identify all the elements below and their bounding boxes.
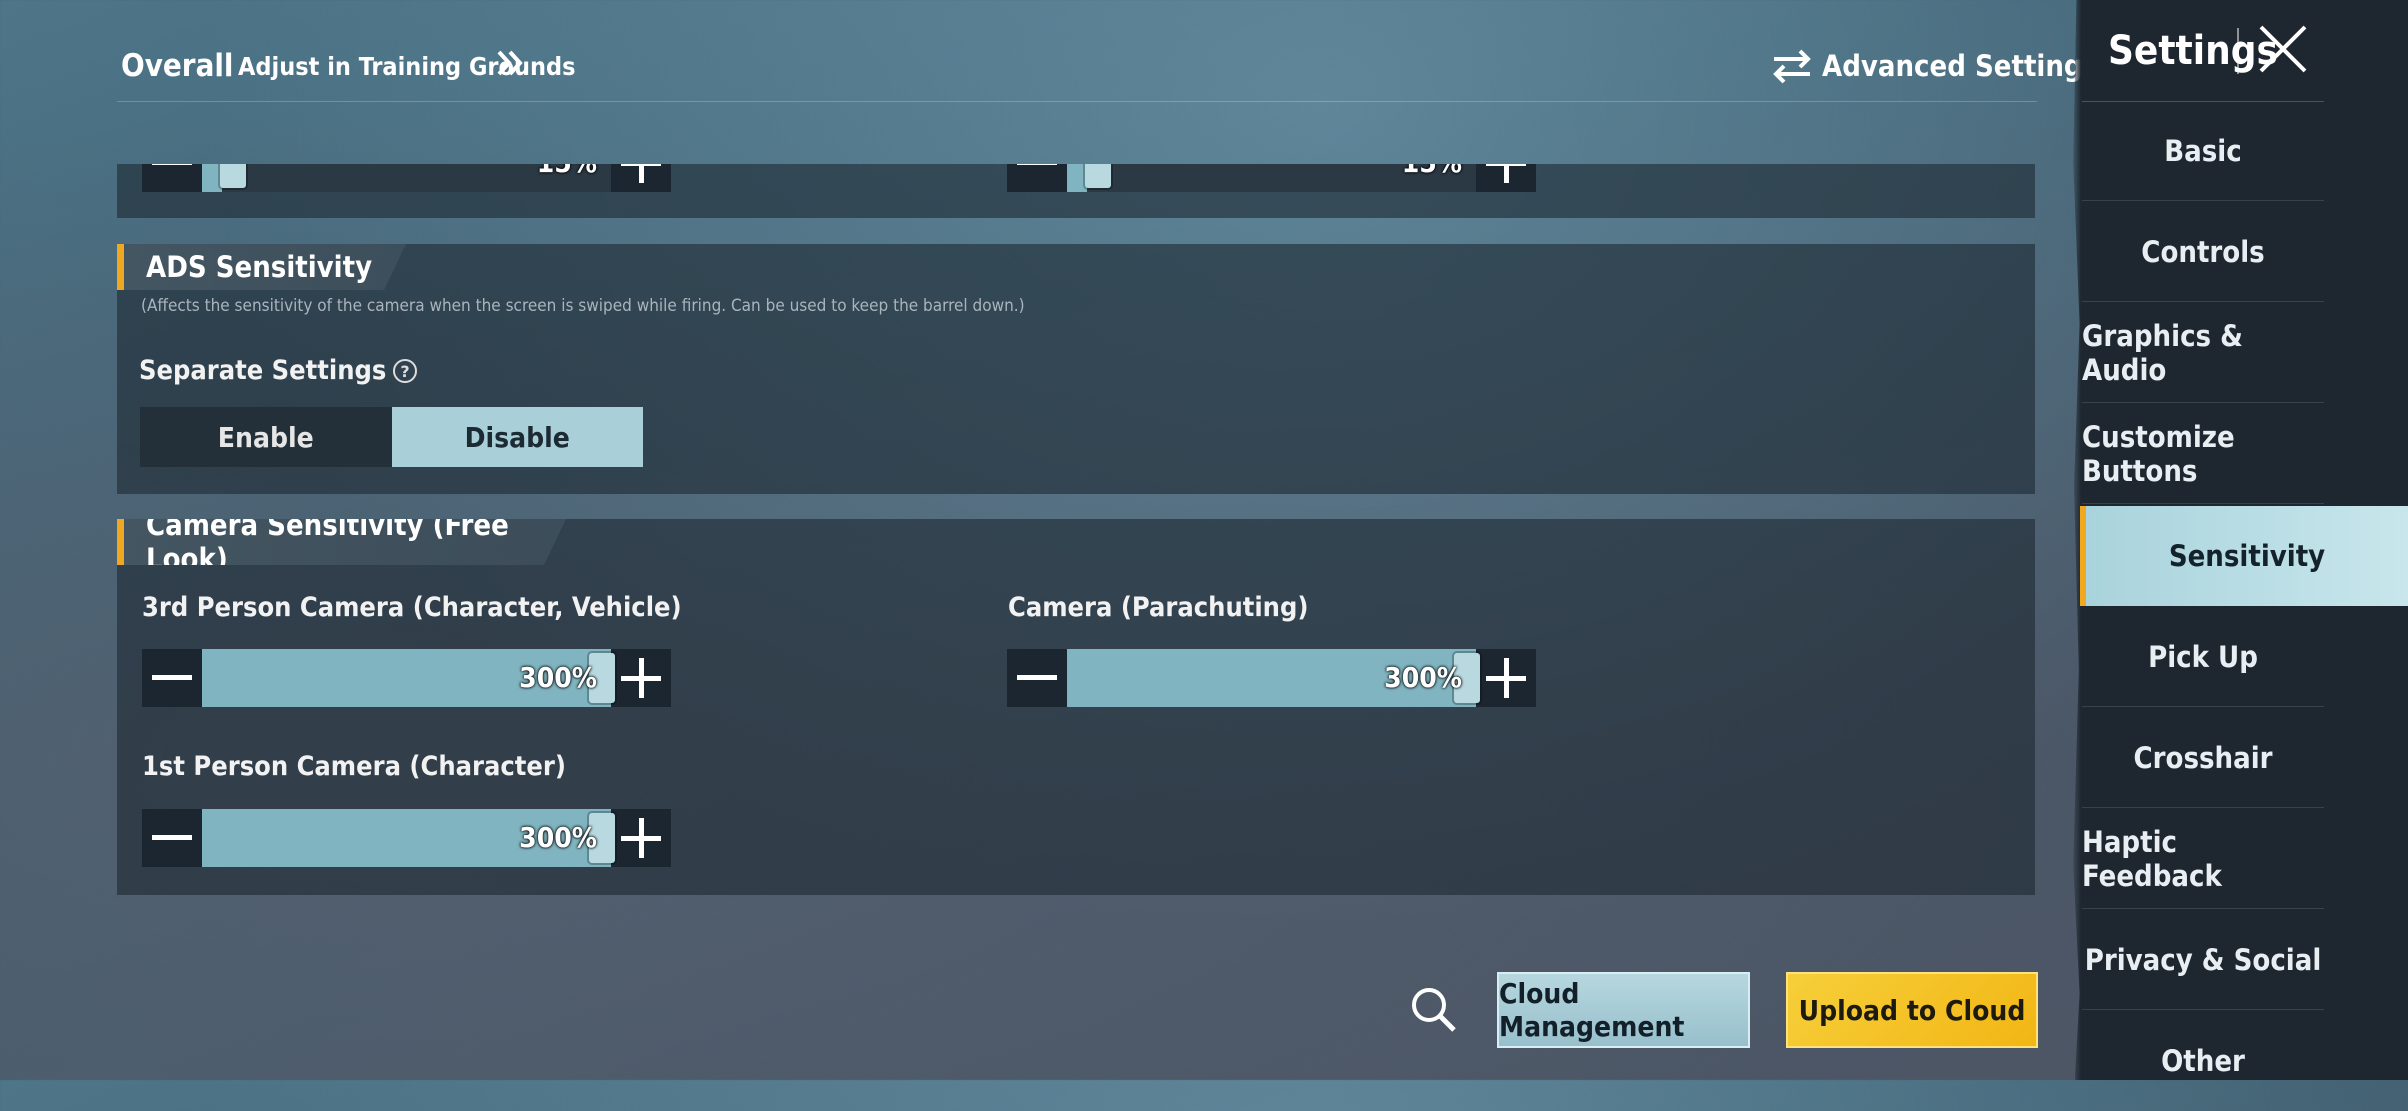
upload-to-cloud-button[interactable]: Upload to Cloud [1786, 972, 2038, 1048]
settings-title: Settings [2108, 28, 2278, 74]
decrease-button[interactable] [142, 164, 202, 192]
slider-value: 300% [519, 661, 597, 694]
increase-button[interactable] [1476, 649, 1536, 707]
decrease-button[interactable] [142, 649, 202, 707]
ads-note: (Affects the sensitivity of the camera w… [141, 296, 1025, 316]
help-icon[interactable]: ? [392, 358, 418, 384]
sidebar-item-sensitivity[interactable]: Sensitivity [2080, 506, 2408, 606]
close-icon[interactable] [2256, 22, 2310, 76]
third-person-label: 3rd Person Camera (Character, Vehicle) [142, 592, 682, 623]
parachuting-label: Camera (Parachuting) [1008, 592, 1309, 623]
sidebar-item-privacy-social[interactable]: Privacy & Social [2082, 910, 2324, 1010]
separate-settings-text: Separate Settings [139, 355, 387, 386]
sidebar-item-customize-buttons[interactable]: Customize Buttons [2082, 404, 2324, 504]
sidebar-item-controls[interactable]: Controls [2082, 202, 2324, 302]
increase-button[interactable] [611, 809, 671, 867]
cloud-management-button[interactable]: Cloud Management [1497, 972, 1750, 1048]
double-chevron-right-icon[interactable] [493, 46, 527, 80]
advanced-settings-label: Advanced Settings [1822, 49, 2099, 83]
top-slider-left[interactable]: 15% [142, 146, 671, 192]
title-separator [2237, 28, 2239, 74]
top-slider-right[interactable]: 15% [1007, 146, 1536, 192]
decrease-button[interactable] [1007, 164, 1067, 192]
separate-settings-label: Separate Settings ? [139, 355, 418, 386]
swap-arrows-icon [1773, 49, 1811, 84]
tab-overall[interactable]: Overall [121, 48, 233, 84]
sidebar-item-graphics-audio[interactable]: Graphics & Audio [2082, 303, 2324, 403]
decrease-button[interactable] [142, 809, 202, 867]
parachuting-slider[interactable]: 300% [1007, 649, 1536, 707]
enable-option[interactable]: Enable [140, 407, 392, 467]
slider-value: 300% [519, 821, 597, 854]
sidebar-item-other[interactable]: Other [2082, 1011, 2324, 1111]
camera-section-title: Camera Sensitivity (Free Look) [117, 519, 566, 565]
sidebar-item-pick-up[interactable]: Pick Up [2082, 607, 2324, 707]
separate-settings-toggle[interactable]: Enable Disable [140, 407, 643, 467]
slider-value: 15% [1401, 146, 1462, 179]
third-person-slider[interactable]: 300% [142, 649, 671, 707]
slider-value: 300% [1384, 661, 1462, 694]
header-divider [117, 101, 2037, 102]
disable-option[interactable]: Disable [391, 407, 643, 467]
decrease-button[interactable] [1007, 649, 1067, 707]
first-person-slider[interactable]: 300% [142, 809, 671, 867]
sidebar-item-haptic-feedback[interactable]: Haptic Feedback [2082, 809, 2324, 909]
svg-text:?: ? [401, 362, 410, 381]
sidebar-item-basic[interactable]: Basic [2082, 101, 2324, 201]
first-person-label: 1st Person Camera (Character) [142, 751, 566, 782]
slider-value: 15% [536, 146, 597, 179]
increase-button[interactable] [1476, 164, 1536, 192]
increase-button[interactable] [611, 164, 671, 192]
ads-title-text: ADS Sensitivity [146, 250, 373, 284]
search-icon[interactable] [1408, 984, 1458, 1034]
advanced-settings-button[interactable]: Advanced Settings [1770, 48, 2098, 84]
sidebar-item-crosshair[interactable]: Crosshair [2082, 708, 2324, 808]
ads-section-title: ADS Sensitivity [117, 244, 406, 290]
increase-button[interactable] [611, 649, 671, 707]
